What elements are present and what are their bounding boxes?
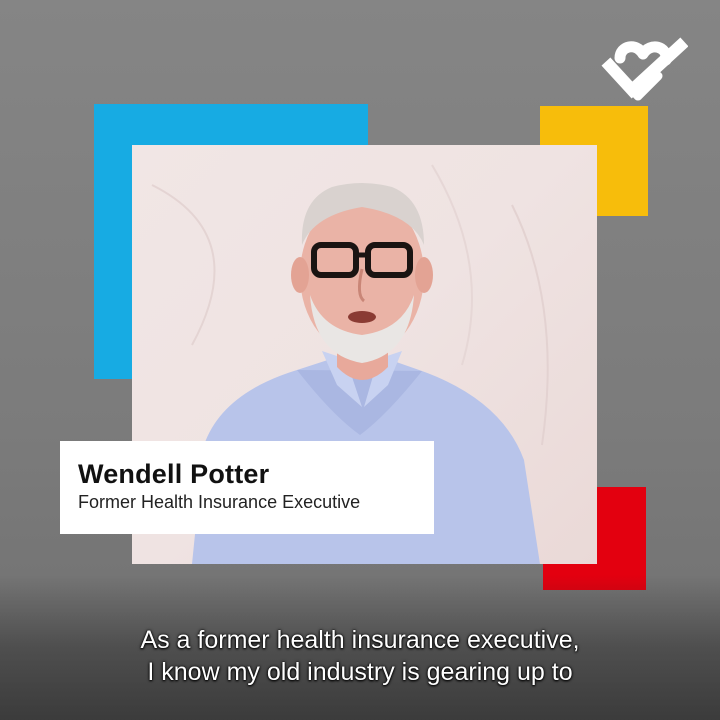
caption-line-1: As a former health insurance executive, bbox=[140, 626, 580, 654]
speaker-name: Wendell Potter bbox=[78, 459, 270, 489]
name-card: Wendell Potter Former Health Insurance E… bbox=[60, 441, 434, 534]
video-frame: Wendell Potter Former Health Insurance E… bbox=[0, 0, 720, 720]
speaker-title: Former Health Insurance Executive bbox=[78, 492, 361, 512]
caption-line-2: I know my old industry is gearing up to bbox=[147, 658, 573, 686]
heart-check-icon bbox=[598, 36, 689, 106]
subtitle-caption: As a former health insurance executive, … bbox=[0, 624, 720, 688]
